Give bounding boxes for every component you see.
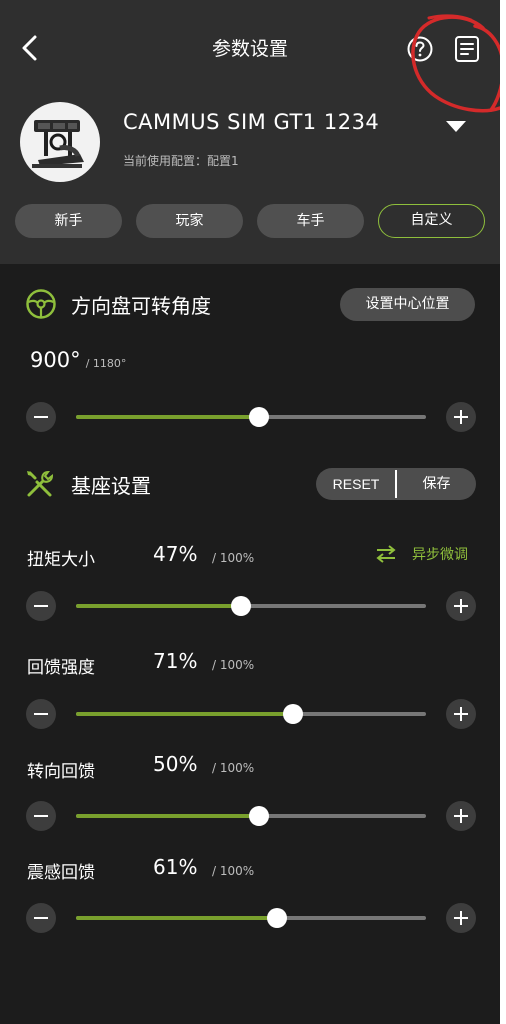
decrease-button[interactable] [26, 903, 56, 933]
reset-save-group: RESET 保存 [316, 468, 476, 500]
increase-button[interactable] [446, 699, 476, 729]
steering-angle-title: 方向盘可转角度 [71, 294, 211, 318]
torque-slider[interactable] [26, 591, 476, 621]
tools-icon [27, 470, 54, 497]
question-circle-icon[interactable] [407, 36, 433, 62]
device-name: CAMMUS SIM GT1 1234 [123, 110, 380, 134]
save-button[interactable]: 保存 [397, 468, 476, 500]
slider-track[interactable] [76, 806, 426, 826]
async-tune-label: 异步微调 [412, 547, 468, 563]
document-list-icon[interactable] [454, 35, 480, 63]
slider-fill [76, 415, 260, 419]
vibration-feedback-max: / 100% [212, 864, 255, 878]
steering-angle-slider[interactable] [26, 402, 476, 432]
set-center-button[interactable]: 设置中心位置 [340, 288, 475, 321]
torque-value: 47% [153, 542, 198, 566]
steering-angle-value: 900° [30, 348, 81, 372]
racing-rig-image [20, 102, 100, 182]
slider-fill [76, 814, 260, 818]
steering-feedback-value: 50% [153, 752, 198, 776]
swap-arrows-icon [376, 545, 396, 563]
current-config-label: 当前使用配置：配置1 [123, 154, 239, 168]
increase-button[interactable] [446, 402, 476, 432]
decrease-button[interactable] [26, 801, 56, 831]
slider-track[interactable] [76, 704, 426, 724]
torque-label: 扭矩大小 [27, 550, 95, 570]
feedback-strength-max: / 100% [212, 658, 255, 672]
slider-fill [76, 712, 293, 716]
preset-novice-button[interactable]: 新手 [15, 204, 122, 238]
slider-thumb[interactable] [249, 407, 270, 427]
vibration-feedback-value: 61% [153, 855, 198, 879]
slider-track[interactable] [76, 407, 426, 427]
feedback-strength-value: 71% [153, 649, 198, 673]
slider-track[interactable] [76, 908, 426, 928]
slider-fill [76, 916, 277, 920]
steering-feedback-max: / 100% [212, 761, 255, 775]
caret-down-icon[interactable] [444, 118, 468, 134]
slider-thumb[interactable] [266, 908, 287, 928]
increase-button[interactable] [446, 591, 476, 621]
feedback-strength-slider[interactable] [26, 699, 476, 729]
vibration-feedback-label: 震感回馈 [27, 863, 95, 883]
feedback-strength-label: 回馈强度 [27, 658, 95, 678]
slider-track[interactable] [76, 596, 426, 616]
steering-angle-readout: 900° / 1180° [30, 348, 126, 372]
preset-custom-button[interactable]: 自定义 [378, 204, 485, 238]
steering-wheel-icon [26, 289, 56, 319]
preset-driver-button[interactable]: 车手 [257, 204, 364, 238]
base-settings-title: 基座设置 [71, 474, 151, 498]
header-panel: 参数设置 CAMMUS SIM GT1 1234 当前使用配置：配置1 新手 玩… [0, 0, 500, 264]
torque-max: / 100% [212, 551, 255, 565]
vibration-feedback-slider[interactable] [26, 903, 476, 933]
slider-thumb[interactable] [230, 596, 251, 616]
async-tune-toggle[interactable]: 异步微调 [375, 544, 475, 566]
steering-feedback-label: 转向回馈 [27, 762, 95, 782]
screen-edge [500, 0, 506, 1024]
red-annotation-circle [411, 14, 500, 113]
app-screen: 参数设置 CAMMUS SIM GT1 1234 当前使用配置：配置1 新手 玩… [0, 0, 500, 1024]
preset-player-button[interactable]: 玩家 [136, 204, 243, 238]
slider-thumb[interactable] [249, 806, 270, 826]
increase-button[interactable] [446, 903, 476, 933]
slider-fill [76, 604, 241, 608]
steering-feedback-slider[interactable] [26, 801, 476, 831]
slider-thumb[interactable] [283, 704, 303, 724]
decrease-button[interactable] [26, 699, 56, 729]
steering-angle-max: / 1180° [85, 357, 127, 370]
decrease-button[interactable] [26, 402, 56, 432]
decrease-button[interactable] [26, 591, 56, 621]
reset-button[interactable]: RESET [316, 468, 396, 500]
increase-button[interactable] [446, 801, 476, 831]
